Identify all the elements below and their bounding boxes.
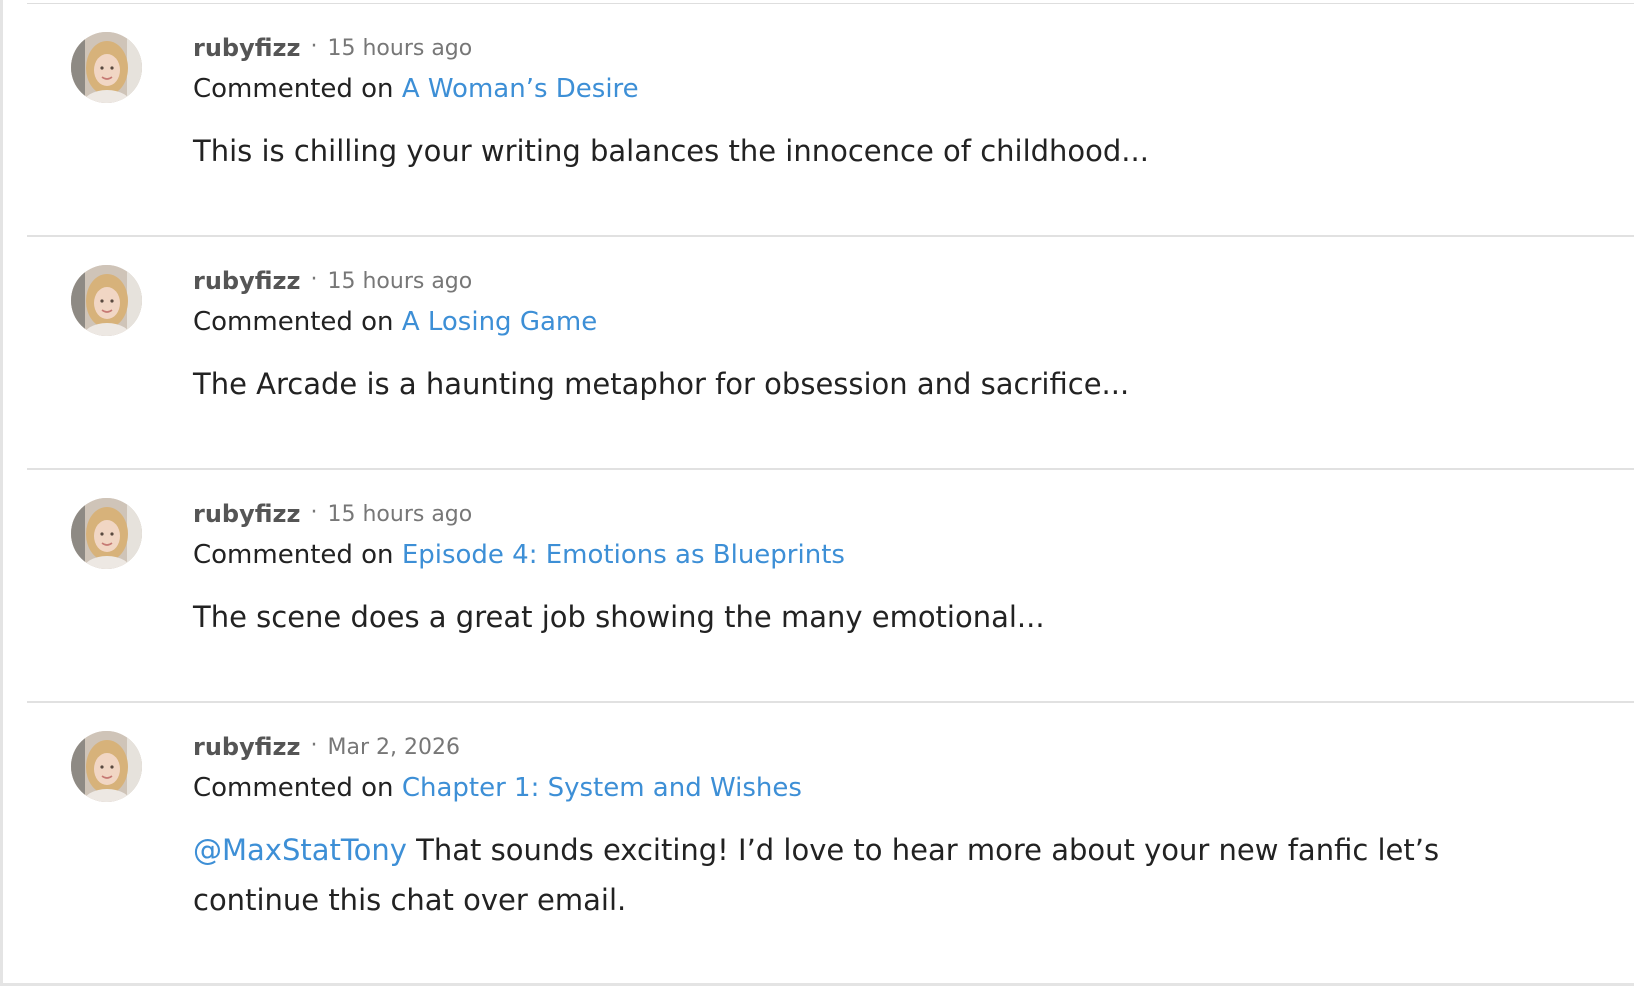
avatar[interactable] xyxy=(71,498,142,569)
username[interactable]: rubyfizz xyxy=(193,733,300,761)
comment-item: rubyfizz · Mar 2, 2026 Commented on Chap… xyxy=(27,703,1634,993)
action-label: Commented on xyxy=(193,540,402,570)
comment-body: This is chilling your writing balances t… xyxy=(193,126,1523,176)
meta-separator: · xyxy=(310,266,318,292)
username[interactable]: rubyfizz xyxy=(193,267,300,295)
avatar[interactable] xyxy=(71,265,142,336)
comment-body: @MaxStatTony That sounds exciting! I’d l… xyxy=(193,825,1523,925)
timestamp: Mar 2, 2026 xyxy=(327,734,460,760)
avatar[interactable] xyxy=(71,32,142,103)
timestamp: 15 hours ago xyxy=(327,35,473,61)
comment-item: rubyfizz · 15 hours ago Commented on A W… xyxy=(27,4,1634,237)
comment-meta: rubyfizz · Mar 2, 2026 xyxy=(193,727,460,767)
action-label: Commented on xyxy=(193,773,402,803)
comment-context: Commented on Chapter 1: System and Wishe… xyxy=(193,773,802,803)
username[interactable]: rubyfizz xyxy=(193,500,300,528)
action-label: Commented on xyxy=(193,74,402,104)
comment-meta: rubyfizz · 15 hours ago xyxy=(193,28,472,68)
story-link[interactable]: Chapter 1: System and Wishes xyxy=(402,773,802,803)
meta-separator: · xyxy=(310,33,318,59)
comment-context: Commented on Episode 4: Emotions as Blue… xyxy=(193,540,845,570)
timestamp: 15 hours ago xyxy=(327,268,473,294)
action-label: Commented on xyxy=(193,307,402,337)
timestamp: 15 hours ago xyxy=(327,501,473,527)
comment-feed: rubyfizz · 15 hours ago Commented on A W… xyxy=(27,4,1634,993)
story-link[interactable]: A Woman’s Desire xyxy=(402,74,639,104)
user-mention-link[interactable]: @MaxStatTony xyxy=(193,833,407,867)
comment-text: The scene does a great job showing the m… xyxy=(193,600,1045,634)
meta-separator: · xyxy=(310,732,318,758)
activity-panel: rubyfizz · 15 hours ago Commented on A W… xyxy=(0,0,1634,986)
comment-context: Commented on A Losing Game xyxy=(193,307,597,337)
story-link[interactable]: A Losing Game xyxy=(402,307,597,337)
comment-item: rubyfizz · 15 hours ago Commented on A L… xyxy=(27,237,1634,470)
meta-separator: · xyxy=(310,499,318,525)
username[interactable]: rubyfizz xyxy=(193,34,300,62)
comment-item: rubyfizz · 15 hours ago Commented on Epi… xyxy=(27,470,1634,703)
comment-meta: rubyfizz · 15 hours ago xyxy=(193,261,472,301)
comment-meta: rubyfizz · 15 hours ago xyxy=(193,494,472,534)
comment-text: The Arcade is a haunting metaphor for ob… xyxy=(193,367,1130,401)
comment-context: Commented on A Woman’s Desire xyxy=(193,74,639,104)
comment-body: The Arcade is a haunting metaphor for ob… xyxy=(193,359,1523,409)
avatar[interactable] xyxy=(71,731,142,802)
story-link[interactable]: Episode 4: Emotions as Blueprints xyxy=(402,540,845,570)
comment-body: The scene does a great job showing the m… xyxy=(193,592,1523,642)
comment-text: This is chilling your writing balances t… xyxy=(193,134,1149,168)
